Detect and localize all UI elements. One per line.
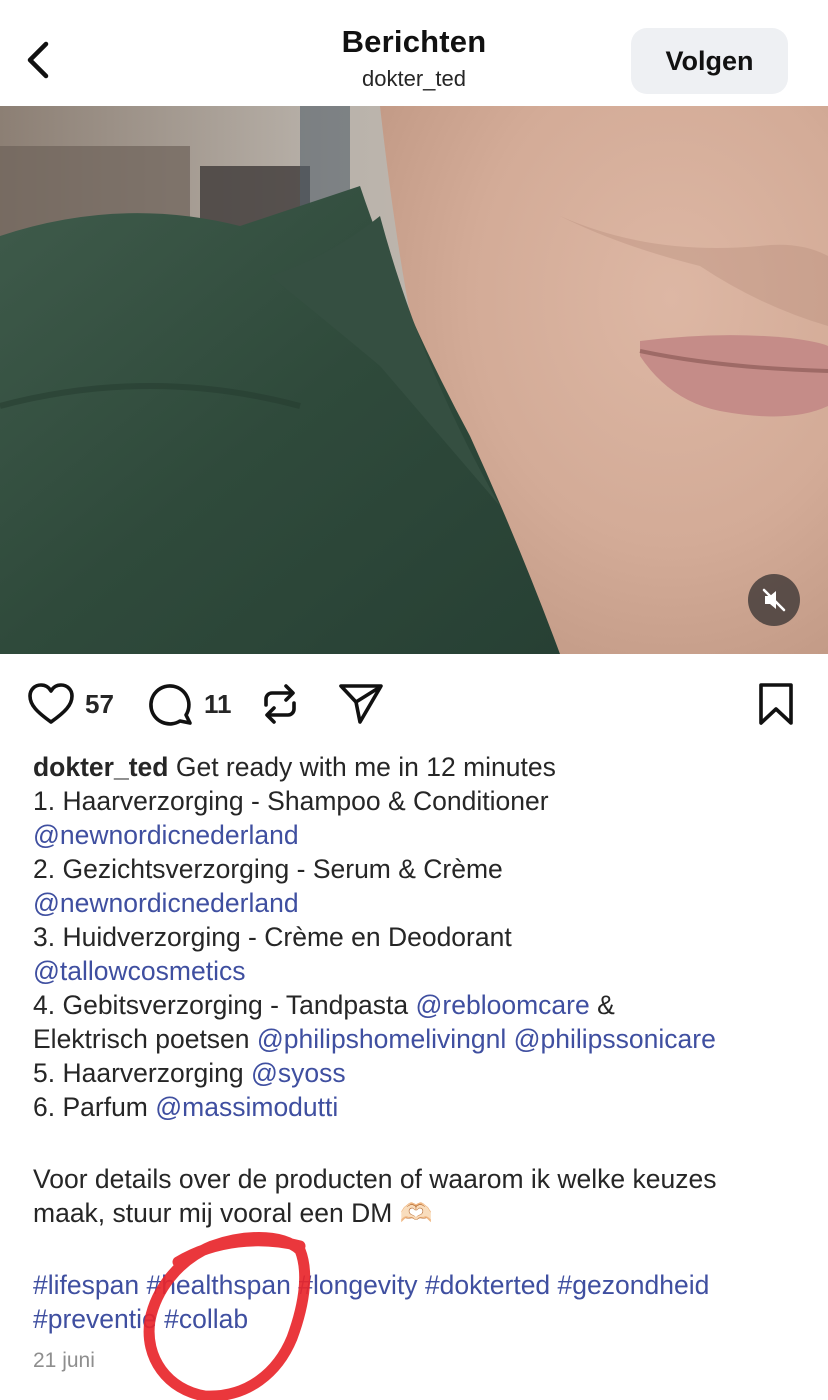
speaker-muted-icon	[762, 588, 786, 612]
page-title: Berichten	[341, 24, 487, 59]
caption-line: 2. Gezichtsverzorging - Serum & Crème	[33, 852, 803, 886]
caption-line: Elektrisch poetsen @philipshomelivingnl …	[33, 1022, 803, 1056]
caption-text: 1. Haarverzorging - Shampoo & Conditione…	[33, 786, 549, 816]
caption-line: dokter_ted Get ready with me in 12 minut…	[33, 750, 803, 784]
caption-line: @newnordicnederland	[33, 886, 803, 920]
mention-link[interactable]: @newnordicnederland	[33, 888, 299, 918]
post-caption: dokter_ted Get ready with me in 12 minut…	[33, 750, 803, 1336]
mention-link[interactable]: @syoss	[251, 1058, 346, 1088]
hashtag-link[interactable]: #dokterted	[425, 1270, 550, 1300]
hashtag-line: #lifespan #healthspan #longevity #dokter…	[33, 1268, 803, 1302]
like-button[interactable]: 57	[27, 682, 114, 726]
comment-count: 11	[204, 688, 232, 719]
mention-link[interactable]: @newnordicnederland	[33, 820, 299, 850]
mention-link[interactable]: @massimodutti	[155, 1092, 338, 1122]
save-button[interactable]	[756, 682, 796, 726]
caption-line: 5. Haarverzorging @syoss	[33, 1056, 803, 1090]
hashtag-link[interactable]: #longevity	[298, 1270, 417, 1300]
caption-text: 4. Gebitsverzorging - Tandpasta	[33, 990, 409, 1020]
post-video[interactable]	[0, 106, 828, 654]
caption-line: @newnordicnederland	[33, 818, 803, 852]
caption-line: 4. Gebitsverzorging - Tandpasta @rebloom…	[33, 988, 803, 1022]
caption-text: Voor details over de producten of waarom…	[33, 1164, 717, 1194]
caption-line: 1. Haarverzorging - Shampoo & Conditione…	[33, 784, 803, 818]
share-button[interactable]	[338, 682, 384, 726]
like-count: 57	[85, 688, 114, 719]
caption-text: &	[597, 990, 615, 1020]
caption-text: Get ready with me in 12 minutes	[175, 752, 556, 782]
hashtag-line: #preventie #collab	[33, 1302, 803, 1336]
caption-text: 3. Huidverzorging - Crème en Deodorant	[33, 922, 512, 952]
mute-toggle-button[interactable]	[748, 574, 800, 626]
caption-username[interactable]: dokter_ted	[33, 752, 168, 782]
repost-icon	[264, 684, 296, 724]
title-block: Berichten dokter_ted	[214, 24, 614, 92]
caption-line: Voor details over de producten of waarom…	[33, 1162, 803, 1196]
caption-line: 3. Huidverzorging - Crème en Deodorant	[33, 920, 803, 954]
mention-link[interactable]: @philipshomelivingnl	[257, 1024, 506, 1054]
hashtag-link[interactable]: #preventie	[33, 1304, 157, 1334]
caption-line: @tallowcosmetics	[33, 954, 803, 988]
back-button[interactable]	[18, 36, 62, 84]
caption-text: maak, stuur mij vooral een DM 🫶🏻	[33, 1198, 433, 1228]
paper-plane-icon	[339, 684, 383, 724]
heart-icon	[28, 683, 74, 724]
mention-link[interactable]: @philipssonicare	[514, 1024, 716, 1054]
caption-text: 5. Haarverzorging	[33, 1058, 244, 1088]
comment-button[interactable]: 11	[148, 681, 232, 727]
caption-line: 6. Parfum @massimodutti	[33, 1090, 803, 1124]
post-action-bar: 57 11	[0, 654, 828, 754]
page-subtitle-username[interactable]: dokter_ted	[214, 66, 614, 92]
chevron-left-icon	[27, 41, 49, 79]
bookmark-icon	[759, 683, 793, 725]
repost-button[interactable]	[258, 681, 302, 727]
speech-bubble-icon	[149, 684, 192, 726]
post-date: 21 juni	[33, 1349, 95, 1372]
hashtag-link[interactable]: #gezondheid	[558, 1270, 710, 1300]
caption-line: maak, stuur mij vooral een DM 🫶🏻	[33, 1196, 803, 1230]
caption-text: 6. Parfum	[33, 1092, 148, 1122]
follow-button[interactable]: Volgen	[631, 28, 788, 94]
caption-text: 2. Gezichtsverzorging - Serum & Crème	[33, 854, 503, 884]
top-bar: Berichten dokter_ted Volgen	[0, 0, 828, 106]
mention-link[interactable]: @tallowcosmetics	[33, 956, 245, 986]
hashtag-link[interactable]: #healthspan	[146, 1270, 290, 1300]
mention-link[interactable]: @rebloomcare	[416, 990, 590, 1020]
caption-text: Elektrisch poetsen	[33, 1024, 250, 1054]
video-frame-image	[0, 106, 828, 654]
hashtag-link[interactable]: #collab	[164, 1304, 248, 1334]
hashtag-link[interactable]: #lifespan	[33, 1270, 139, 1300]
